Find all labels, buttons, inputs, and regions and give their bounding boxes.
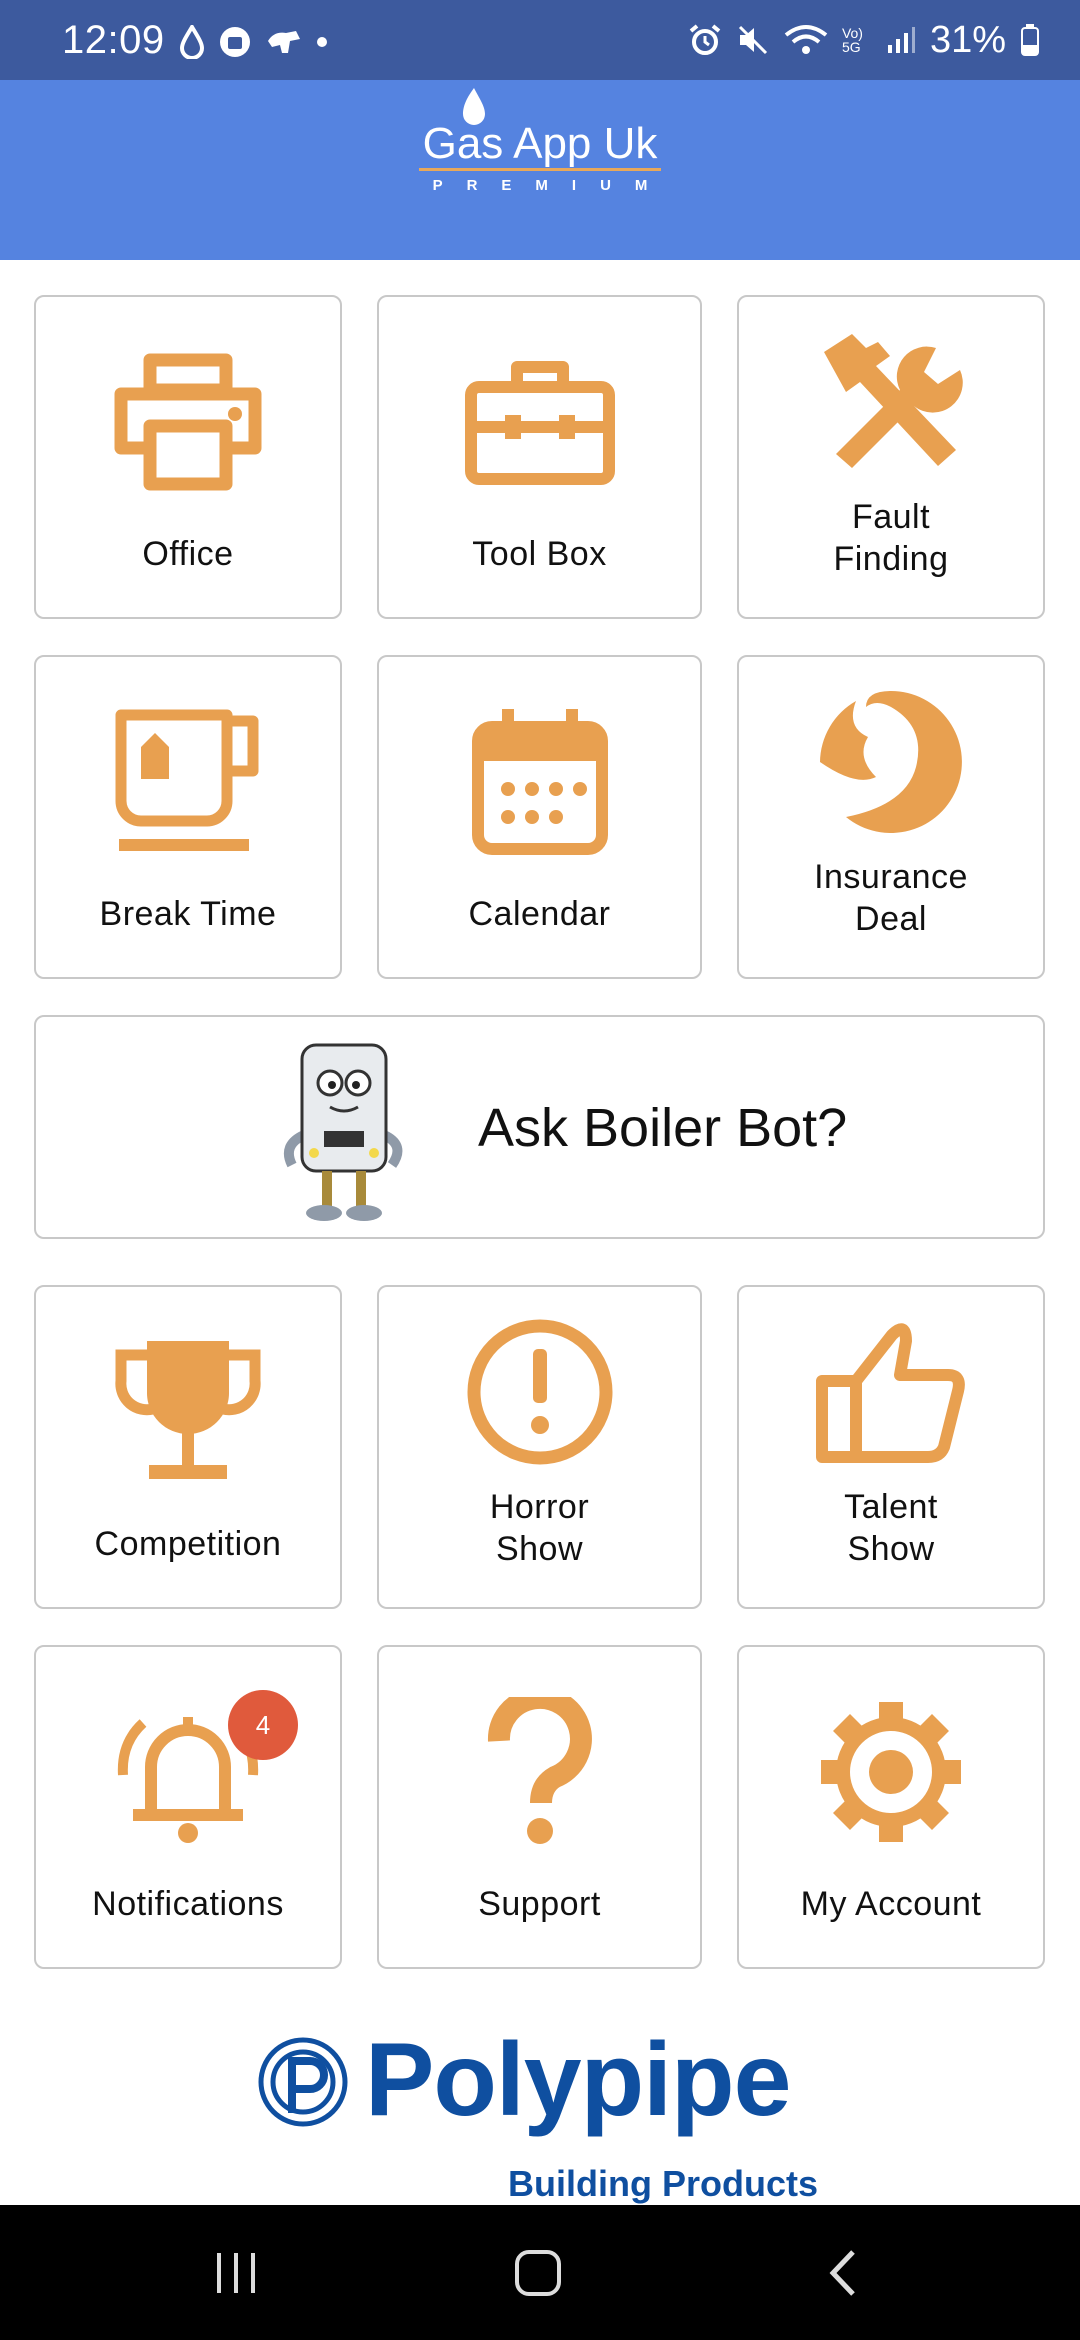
- tile-label-line2: Show: [495, 1530, 584, 1568]
- recent-apps-button[interactable]: [176, 2205, 296, 2340]
- tile-label-line2: Deal: [855, 900, 927, 938]
- ask-boiler-bot-button[interactable]: Ask Boiler Bot?: [34, 1015, 1045, 1239]
- signal-icon: [887, 27, 915, 53]
- app-subtitle: PREMIUM: [432, 177, 672, 194]
- tile-label: Break Time: [99, 895, 277, 933]
- status-time: 12:09: [62, 18, 165, 62]
- dot-icon: [317, 37, 327, 47]
- dog-icon: [268, 31, 300, 53]
- battery-percent: 31%: [929, 18, 1006, 61]
- tile-insurance-deal[interactable]: Insurance Deal: [737, 655, 1045, 979]
- insurance-icon: [820, 691, 962, 833]
- bag-icon: [220, 27, 250, 57]
- gear-icon: [821, 1702, 961, 1842]
- tile-competition[interactable]: Competition: [34, 1285, 342, 1609]
- sponsor-name: Polypipe: [365, 2022, 791, 2138]
- tile-support[interactable]: Support: [377, 1645, 702, 1969]
- back-button[interactable]: [782, 2205, 902, 2340]
- tile-label: Notifications: [92, 1885, 284, 1923]
- tile-label: Tool Box: [472, 535, 607, 573]
- tile-label-line1: Fault: [851, 498, 931, 536]
- app-header: Gas App Uk PREMIUM: [0, 80, 1080, 260]
- status-bar: 12:09 Vo) 5G 31%: [0, 0, 1080, 80]
- recent-apps-icon: [217, 2252, 255, 2293]
- tile-label: My Account: [800, 1885, 982, 1923]
- tile-calendar[interactable]: Calendar: [377, 655, 702, 979]
- boiler-bot-mascot-icon: [284, 1043, 403, 1221]
- tile-label: Competition: [94, 1525, 282, 1563]
- tile-fault-finding[interactable]: Fault Finding: [737, 295, 1045, 619]
- tile-toolbox[interactable]: Tool Box: [377, 295, 702, 619]
- wifi-icon: [784, 25, 828, 54]
- app-title: Gas App Uk: [422, 119, 658, 168]
- tile-label-line1: Horror: [489, 1488, 590, 1526]
- home-button[interactable]: [478, 2205, 598, 2340]
- home-icon: [515, 2249, 561, 2296]
- notifications-badge: 4: [228, 1690, 298, 1760]
- trophy-icon: [115, 1341, 261, 1479]
- mute-icon: [738, 25, 767, 55]
- tile-label-line1: Insurance: [814, 858, 968, 896]
- toolbox-icon: [464, 361, 615, 485]
- tile-notifications[interactable]: Notifications: [34, 1645, 342, 1969]
- polypipe-logo-icon: [258, 2037, 348, 2127]
- question-mark-icon: [487, 1697, 592, 1844]
- alarm-icon: [689, 24, 721, 55]
- app-logo: Gas App Uk PREMIUM: [0, 88, 1080, 194]
- tile-label-line1: Talent: [844, 1488, 938, 1526]
- tools-icon: [824, 334, 963, 468]
- battery-icon: [1021, 24, 1039, 56]
- tile-my-account[interactable]: My Account: [737, 1645, 1045, 1969]
- water-drop-icon: [180, 25, 204, 59]
- tile-label: Calendar: [468, 895, 611, 933]
- tile-break-time[interactable]: Break Time: [34, 655, 342, 979]
- back-icon: [829, 2249, 855, 2296]
- system-nav-bar: [0, 2205, 1080, 2340]
- sponsor-banner[interactable]: Polypipe Building Products: [0, 2015, 1080, 2205]
- tile-office[interactable]: Office: [34, 295, 342, 619]
- tile-label-line2: Show: [847, 1530, 935, 1568]
- thumbs-up-icon: [816, 1323, 965, 1463]
- tile-label: Support: [478, 1885, 601, 1923]
- tile-label: Office: [142, 535, 234, 573]
- volte-5g-icon: Vo) 5G: [841, 25, 863, 55]
- tile-horror-show[interactable]: Horror Show: [377, 1285, 702, 1609]
- calendar-icon: [471, 709, 608, 855]
- printer-icon: [114, 353, 262, 491]
- flame-icon: [462, 88, 485, 125]
- tile-label-line2: Finding: [833, 540, 949, 578]
- mug-icon: [115, 709, 259, 851]
- sponsor-subtitle: Building Products: [508, 2163, 818, 2204]
- exclamation-circle-icon: [467, 1319, 612, 1465]
- tile-talent-show[interactable]: Talent Show: [737, 1285, 1045, 1609]
- ask-boiler-bot-label: Ask Boiler Bot?: [478, 1098, 848, 1158]
